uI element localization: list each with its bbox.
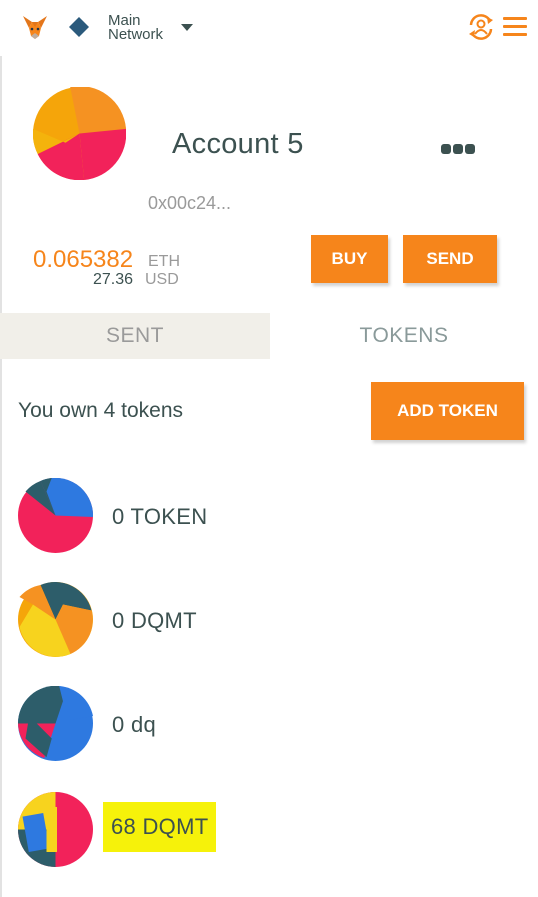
- send-button[interactable]: SEND: [403, 235, 497, 283]
- eth-balance: 0.065382: [33, 246, 134, 273]
- metamask-fox-icon[interactable]: [20, 12, 50, 42]
- hamburger-menu-icon[interactable]: [503, 17, 527, 37]
- token-list-item[interactable]: 0 TOKEN: [0, 468, 538, 568]
- usd-unit: USD: [145, 271, 179, 288]
- token-identicon: [18, 478, 93, 553]
- account-name: Account 5: [172, 128, 304, 160]
- add-token-button[interactable]: ADD TOKEN: [371, 382, 524, 440]
- token-balance: 0 DQMT: [112, 608, 197, 633]
- top-bar: Main Network: [0, 0, 538, 56]
- eth-unit: ETH: [148, 253, 180, 270]
- account-address[interactable]: 0x00c24...: [148, 193, 231, 214]
- buy-button[interactable]: BUY: [311, 235, 388, 283]
- account-avatar: [33, 87, 126, 180]
- token-balance: 68 DQMT: [103, 802, 217, 852]
- token-identicon: [18, 792, 93, 867]
- token-identicon: [18, 686, 93, 761]
- chevron-down-icon[interactable]: [181, 24, 193, 31]
- token-balance: 0 dq: [112, 712, 157, 737]
- tab-bar: SENT TOKENS: [0, 313, 538, 359]
- network-selector[interactable]: Main Network: [108, 13, 164, 43]
- usd-balance: 27.36: [93, 271, 134, 288]
- network-diamond-icon[interactable]: [69, 17, 89, 37]
- token-balance: 0 TOKEN: [112, 504, 208, 529]
- token-identicon: [18, 582, 93, 657]
- token-list-item[interactable]: 0 dq: [0, 676, 538, 776]
- network-label-line2: Network: [108, 26, 164, 43]
- more-options-icon[interactable]: [441, 141, 477, 154]
- account-sync-icon[interactable]: [466, 12, 496, 42]
- token-count-label: You own 4 tokens: [18, 399, 184, 422]
- tab-sent[interactable]: SENT: [0, 313, 270, 359]
- tab-tokens[interactable]: TOKENS: [270, 313, 538, 359]
- token-list-item[interactable]: 0 DQMT: [0, 572, 538, 672]
- token-list-item[interactable]: 68 DQMT: [0, 780, 538, 880]
